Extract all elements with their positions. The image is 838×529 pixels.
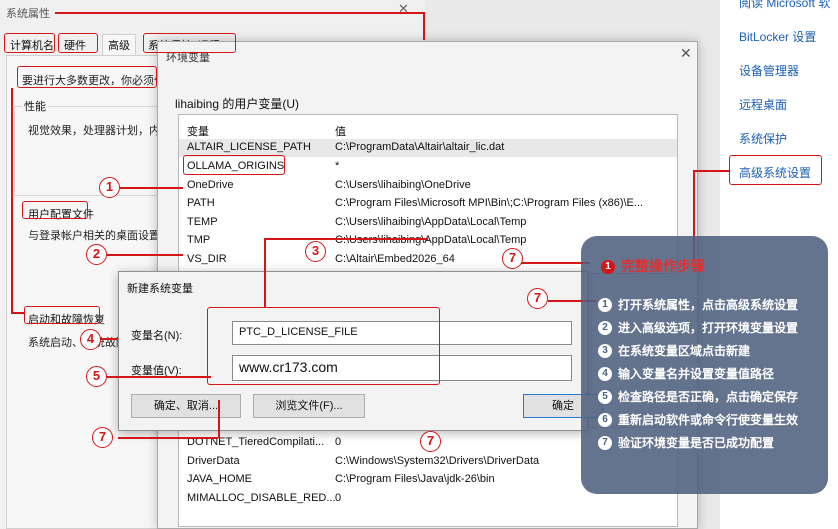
- var-value: C:\Program Files\Microsoft MPI\Bin\;C:\P…: [335, 197, 644, 209]
- step-text: 输入变量名并设置变量值路径: [618, 367, 775, 381]
- var-value: C:\Users\lihaibing\AppData\Local\Temp: [335, 216, 527, 228]
- annotation-box-user-profile: [22, 201, 88, 219]
- dialog-title: 新建系统变量: [127, 283, 193, 295]
- annotation-number: 7: [420, 431, 441, 452]
- annotation-number: 7: [502, 248, 523, 269]
- var-name: MIMALLOC_DISABLE_RED...: [187, 492, 336, 504]
- step-text: 检查路径是否正确，点击确定保存: [618, 390, 799, 404]
- annotation-box-protection-remote: [143, 33, 236, 53]
- steps-heading: 完整操作步骤: [621, 258, 705, 274]
- sidebar-link-system-protection[interactable]: 系统保护: [739, 130, 787, 147]
- var-name: TMP: [187, 234, 211, 246]
- annotation-box-inputs: [207, 307, 440, 385]
- sidebar-link-bitlocker[interactable]: BitLocker 设置: [739, 28, 816, 45]
- table-row[interactable]: OneDrive C:\Users\lihaibing\OneDrive: [179, 177, 677, 195]
- user-profile-desc: 与登录帐户相关的桌面设置: [28, 230, 160, 242]
- connector-line: [520, 262, 590, 264]
- step-text: 验证环境变量是否已成功配置: [618, 436, 775, 450]
- performance-label: 性能: [22, 98, 48, 114]
- steps-panel: 1 完整操作步骤 1 打开系统属性，点击高级系统设置 2 进入高级选项，打开环境…: [581, 236, 828, 494]
- var-name: JAVA_HOME: [187, 473, 252, 485]
- header-variable: 变量: [187, 126, 209, 138]
- steps-heading-number: 1: [601, 260, 615, 274]
- connector-line: [55, 12, 425, 14]
- sidebar-link-microsoft[interactable]: 阅读 Microsoft 软: [739, 0, 830, 11]
- close-icon[interactable]: ✕: [398, 1, 409, 17]
- var-name: VS_DIR: [187, 253, 227, 265]
- browse-file-button[interactable]: 浏览文件(F)...: [253, 394, 365, 418]
- var-name: OneDrive: [187, 179, 234, 191]
- watermark: 当下软件园: [742, 515, 808, 529]
- var-value: C:\Users\lihaibing\AppData\Local\Temp: [335, 234, 527, 246]
- connector-line: [693, 170, 729, 172]
- connector-line: [107, 376, 211, 378]
- step-text: 重新启动软件或命令行使变量生效: [618, 413, 799, 427]
- annotation-box-advanced-settings: [729, 155, 822, 185]
- step-number: 3: [598, 344, 612, 358]
- var-value: C:\ProgramData\Altair\altair_lic.dat: [335, 141, 505, 153]
- connector-line: [423, 12, 425, 40]
- annotation-number: 2: [86, 244, 107, 265]
- step-number: 4: [598, 367, 612, 381]
- step-number: 2: [598, 321, 612, 335]
- variable-name-label: 变量名(N):: [131, 330, 183, 342]
- step-number: 7: [598, 436, 612, 450]
- table-row[interactable]: PATH C:\Program Files\Microsoft MPI\Bin\…: [179, 195, 677, 213]
- var-value: C:\Program Files\Java\jdk-26\bin: [335, 473, 495, 485]
- annotation-box-notice: [17, 66, 157, 88]
- close-icon[interactable]: ✕: [680, 45, 692, 62]
- connector-line: [118, 437, 218, 439]
- connector-line: [218, 400, 220, 438]
- step-text: 进入高级选项，打开环境变量设置: [618, 321, 799, 335]
- user-variables-label: lihaibing 的用户变量(U): [175, 97, 300, 111]
- connector-line: [264, 238, 266, 308]
- annotation-number: 4: [80, 329, 101, 350]
- sidebar-link-remote-desktop[interactable]: 远程桌面: [739, 96, 787, 113]
- var-value: 0: [335, 492, 342, 504]
- var-name: TEMP: [187, 216, 218, 228]
- var-value: C:\Altair\Embed2026_64: [335, 253, 455, 265]
- step-number: 5: [598, 390, 612, 404]
- step-number: 6: [598, 413, 612, 427]
- var-name: PATH: [187, 197, 215, 209]
- annotation-number: 7: [92, 427, 113, 448]
- connector-line: [11, 312, 24, 314]
- annotation-number: 3: [305, 241, 326, 262]
- var-name: DriverData: [187, 455, 240, 467]
- annotation-box-hardware: [58, 33, 98, 53]
- tab-advanced[interactable]: 高级: [102, 34, 136, 56]
- annotation-number: 5: [86, 366, 107, 387]
- connector-line: [107, 254, 183, 256]
- annotation-box-startup-recovery: [24, 306, 100, 324]
- step-text: 在系统变量区域点击新建: [618, 344, 751, 358]
- header-value: 值: [335, 126, 346, 138]
- connector-line: [264, 238, 428, 240]
- list-header: 变量 值: [179, 121, 677, 139]
- annotation-box-computer-name: [4, 33, 55, 53]
- connector-line: [100, 338, 118, 340]
- var-value: *: [335, 160, 340, 172]
- connector-line: [120, 187, 183, 189]
- annotation-number: 1: [99, 177, 120, 198]
- step-number: 1: [598, 298, 612, 312]
- browse-directory-button[interactable]: 确定、取消...: [131, 394, 241, 418]
- var-name: ALTAIR_LICENSE_PATH: [187, 141, 311, 153]
- step-text: 打开系统属性，点击高级系统设置: [618, 298, 799, 312]
- annotation-box-ollama: [183, 155, 285, 175]
- sidebar-link-device-manager[interactable]: 设备管理器: [739, 62, 799, 79]
- annotation-number: 7: [527, 288, 548, 309]
- performance-group: [14, 106, 164, 196]
- var-value: C:\Windows\System32\Drivers\DriverData: [335, 455, 540, 467]
- var-value: 0: [335, 436, 342, 448]
- table-row[interactable]: TEMP C:\Users\lihaibing\AppData\Local\Te…: [179, 214, 677, 232]
- var-value: C:\Users\lihaibing\OneDrive: [335, 179, 471, 191]
- window-title: 系统属性: [6, 8, 50, 20]
- connector-line: [11, 88, 13, 313]
